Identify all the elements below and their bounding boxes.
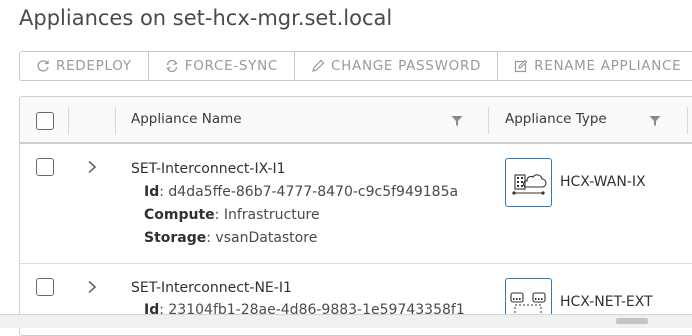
column-separator [68, 107, 69, 134]
storage-value: : vsanDatastore [206, 230, 318, 246]
row-select-checkbox[interactable] [36, 278, 54, 296]
compute-label: Compute [144, 207, 215, 223]
redeploy-button[interactable]: REDEPLOY [20, 52, 149, 80]
appliance-type: HCX-WAN-IX [560, 174, 646, 190]
appliance-type: HCX-NET-EXT [560, 294, 653, 310]
chevron-right-icon[interactable] [87, 280, 97, 294]
force-sync-button[interactable]: FORCE-SYNC [149, 52, 296, 80]
scrollbar-thumb[interactable] [616, 318, 648, 324]
sync-icon [166, 59, 178, 73]
table-row: SET-Interconnect-IX-I1 Id: d4da5ffe-86b7… [20, 144, 692, 264]
column-separator [687, 107, 688, 134]
appliance-compute: Compute: Infrastructure [144, 207, 320, 223]
appliances-datagrid: Appliance Name Appliance Type SET-Interc… [19, 96, 692, 336]
force-sync-label: FORCE-SYNC [184, 58, 279, 74]
action-toolbar: REDEPLOY FORCE-SYNC CHANGE PASSWORD RENA… [19, 51, 692, 81]
column-header-appliance-name[interactable]: Appliance Name [131, 111, 242, 127]
wan-ix-cloud-icon [505, 158, 552, 207]
appliance-name: SET-Interconnect-IX-I1 [131, 161, 286, 177]
id-label: Id [144, 184, 160, 200]
horizontal-scrollbar[interactable] [0, 314, 692, 328]
redeploy-label: REDEPLOY [56, 58, 132, 74]
id-value: : d4da5ffe-86b7-4777-8470-c9c5f949185a [159, 184, 459, 200]
compute-value: : Infrastructure [214, 207, 320, 223]
column-separator [115, 107, 116, 134]
table-header: Appliance Name Appliance Type [20, 97, 692, 144]
rename-appliance-button[interactable]: RENAME APPLIANCE [498, 52, 692, 80]
edit-icon [515, 59, 528, 73]
select-all-checkbox[interactable] [36, 112, 54, 130]
redeploy-icon [37, 60, 49, 72]
pencil-icon [312, 59, 325, 72]
filter-icon[interactable] [451, 115, 463, 127]
page-title: Appliances on set-hcx-mgr.set.local [19, 6, 393, 30]
appliance-id: Id: d4da5ffe-86b7-4777-8470-c9c5f949185a [144, 184, 458, 200]
filter-icon[interactable] [649, 115, 661, 127]
chevron-right-icon[interactable] [87, 160, 97, 174]
storage-label: Storage [144, 230, 207, 246]
appliance-name: SET-Interconnect-NE-I1 [131, 280, 292, 296]
change-password-label: CHANGE PASSWORD [331, 58, 482, 74]
column-header-appliance-type[interactable]: Appliance Type [505, 111, 607, 127]
column-separator [488, 107, 489, 134]
change-password-button[interactable]: CHANGE PASSWORD [295, 52, 499, 80]
appliance-storage: Storage: vsanDatastore [144, 230, 317, 246]
row-select-checkbox[interactable] [36, 158, 54, 176]
rename-appliance-label: RENAME APPLIANCE [534, 58, 682, 74]
